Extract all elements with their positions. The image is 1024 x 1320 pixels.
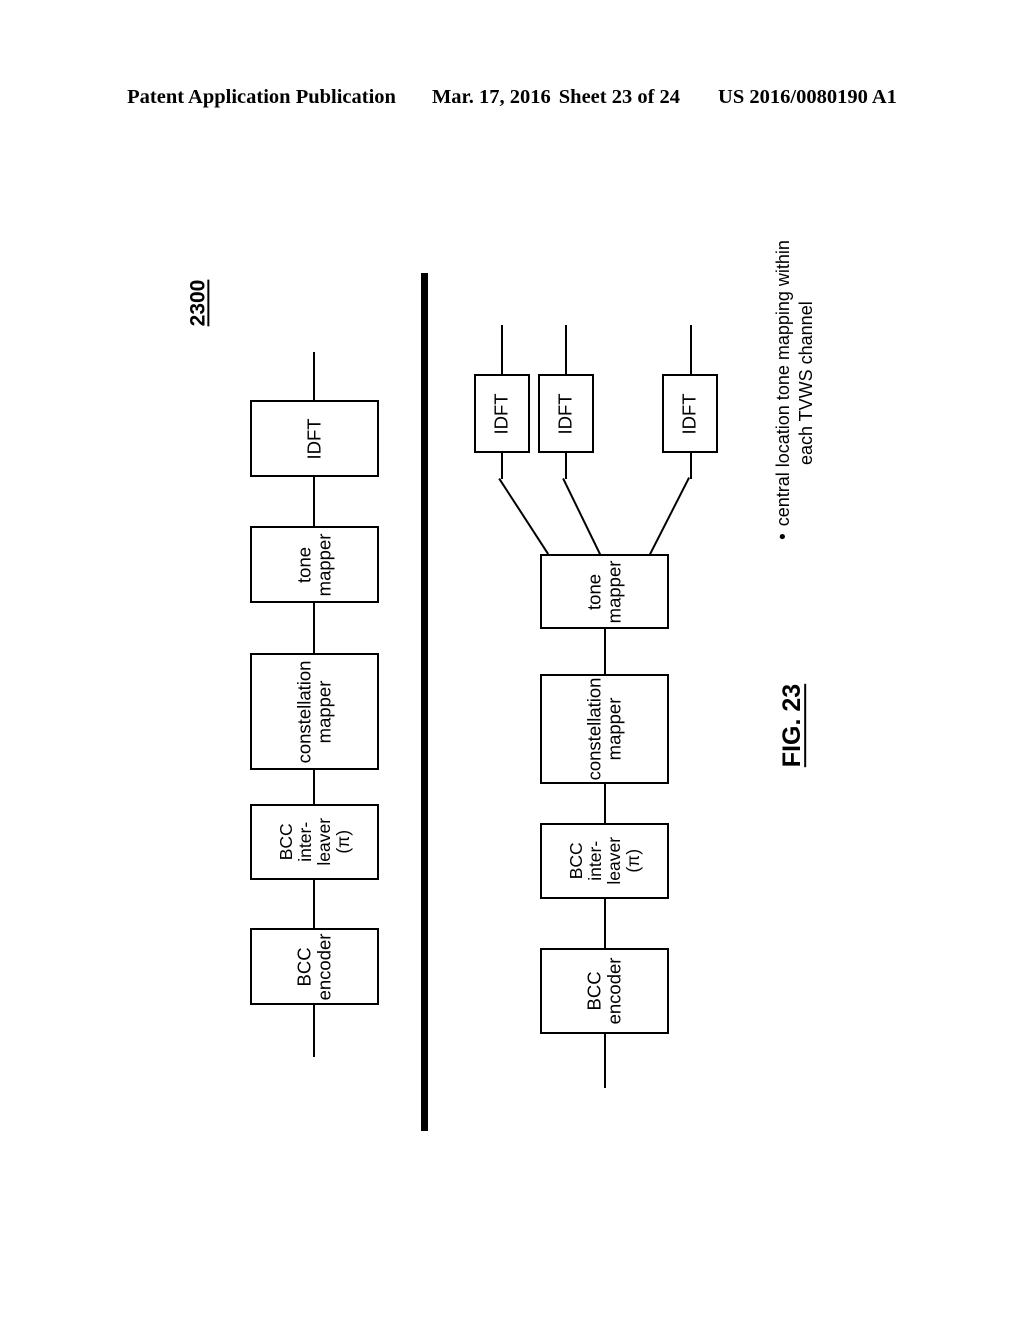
wire-idft-to-tone-mapper [313,477,315,526]
lower-block-idft-2-label: IDFT [555,392,577,435]
wire-idft-3-to-tone-mapper [648,477,690,557]
bullet-icon: • [772,533,794,540]
wire-idft-2-stub [565,453,567,479]
figure-caption: FIG. 23 [762,650,824,800]
figure-caption-text: FIG. 23 [778,683,807,767]
lower-block-bcc-interleaver-label: BCC inter- leaver (π) [565,837,643,885]
wire-lower-tone-mapper-to-constellation [604,629,606,674]
reference-numeral-text: 2300 [186,279,209,327]
lower-block-idft-3: IDFT [662,374,718,453]
lower-block-idft-3-label: IDFT [679,392,701,435]
upper-block-bcc-interleaver: BCC inter- leaver (π) [250,804,379,880]
wire-idft-output [313,352,315,401]
upper-block-constellation-mapper-label: constellation mapper [293,660,335,763]
lower-block-bcc-encoder: BCC encoder [540,948,669,1034]
wire-lower-constellation-to-interleaver [604,784,606,823]
wire-tone-mapper-to-constellation [313,603,315,653]
lower-block-tone-mapper: tone mapper [540,554,669,629]
lower-block-constellation-mapper-label: constellation mapper [583,677,625,781]
lower-block-idft-1-label: IDFT [491,392,513,435]
wire-idft-1-to-tone-mapper [498,478,550,555]
annotation-line-2: each TVWS channel [796,301,816,466]
wire-constellation-to-interleaver [313,770,315,804]
wire-idft-2-to-tone-mapper [562,478,603,558]
annotation-line-1: central location tone mapping within [772,240,793,527]
upper-block-idft-label: IDFT [303,417,325,460]
upper-block-bcc-interleaver-label: BCC inter- leaver (π) [275,818,353,866]
diagram-divider [421,273,428,1131]
lower-block-bcc-interleaver: BCC inter- leaver (π) [540,823,669,899]
wire-lower-interleaver-to-encoder [604,899,606,948]
wire-interleaver-to-encoder [313,880,315,928]
wire-idft-3-output [690,325,692,374]
lower-block-bcc-encoder-label: BCC encoder [583,957,625,1025]
figure-2300: 2300 IDFT tone mapper constellation mapp… [0,0,1024,1320]
wire-idft-1-stub [501,453,503,479]
wire-idft-3-stub [690,453,692,479]
lower-block-idft-1: IDFT [474,374,530,453]
wire-encoder-input [313,1005,315,1057]
upper-block-bcc-encoder: BCC encoder [250,928,379,1005]
upper-block-idft: IDFT [250,400,379,477]
upper-block-tone-mapper-label: tone mapper [293,533,335,596]
upper-block-bcc-encoder-label: BCC encoder [293,933,335,1000]
wire-lower-encoder-input [604,1034,606,1088]
reference-numeral-2300: 2300 [168,258,228,348]
lower-block-constellation-mapper: constellation mapper [540,674,669,784]
upper-block-tone-mapper: tone mapper [250,526,379,603]
annotation-note: • central location tone mapping within e… [760,240,830,540]
lower-block-tone-mapper-label: tone mapper [583,560,625,623]
lower-block-idft-2: IDFT [538,374,594,453]
wire-idft-1-output [501,325,503,374]
wire-idft-2-output [565,325,567,374]
upper-block-constellation-mapper: constellation mapper [250,653,379,770]
